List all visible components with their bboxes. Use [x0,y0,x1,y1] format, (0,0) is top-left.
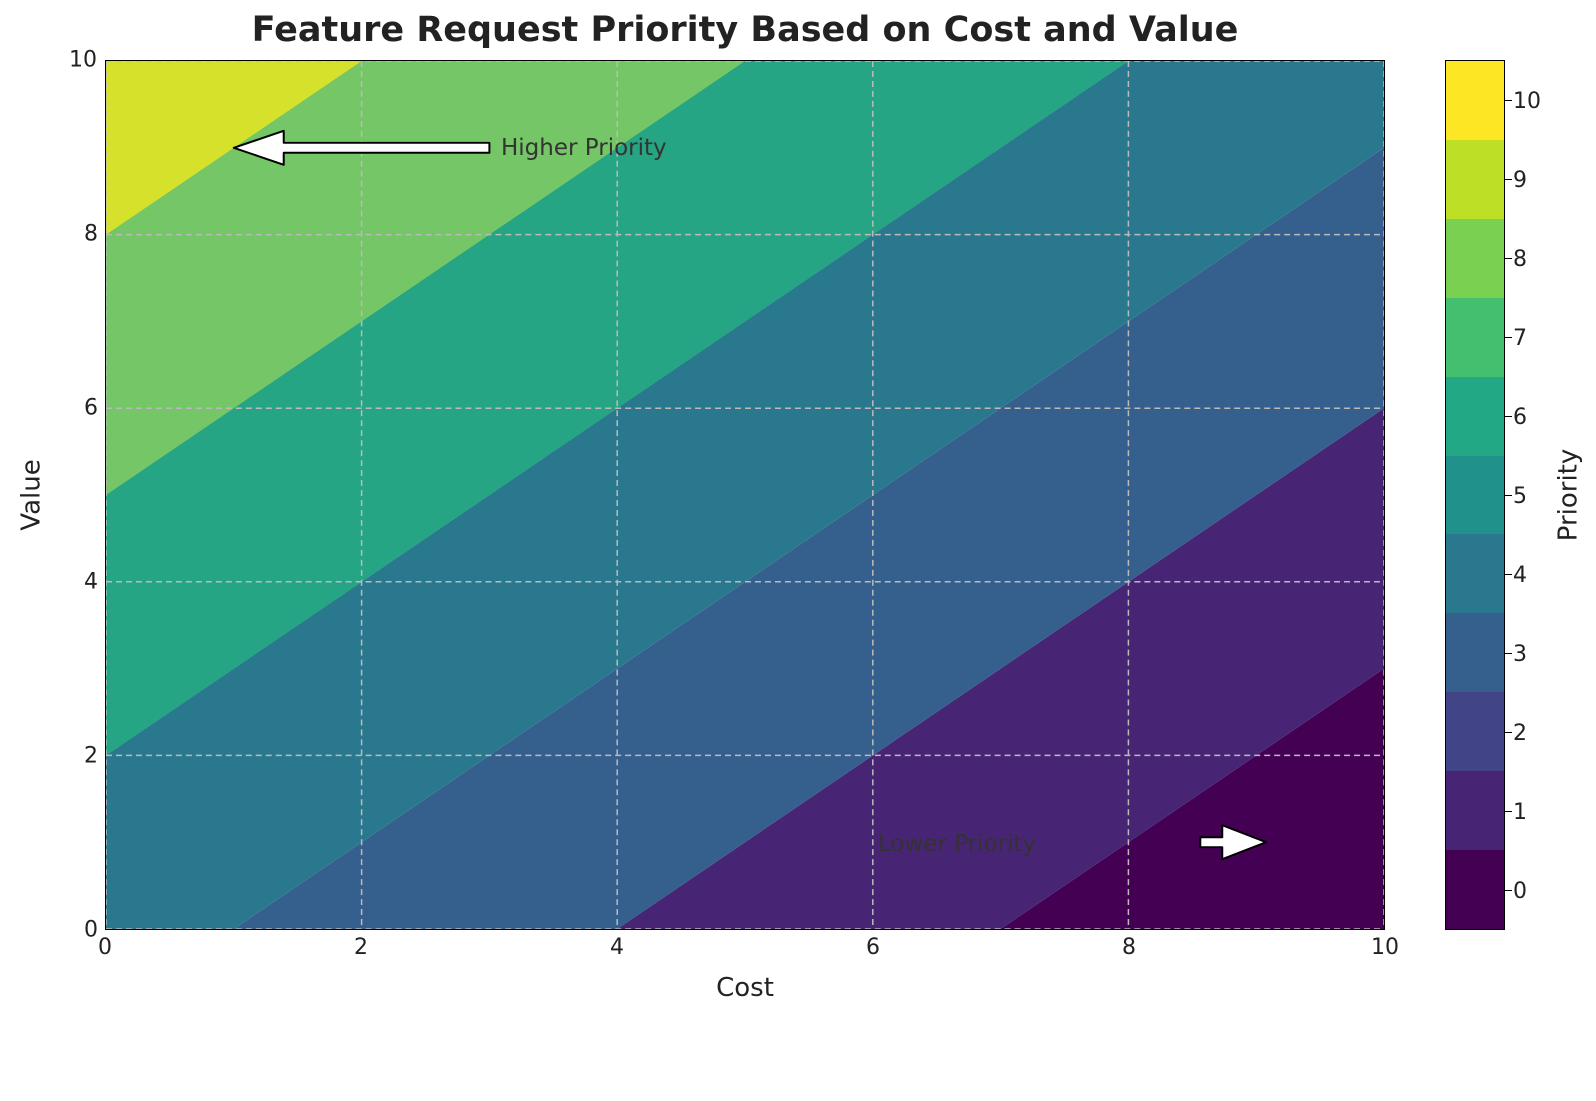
chart-container: Feature Request Priority Based on Cost a… [105,10,1565,1070]
y-tick: 10 [57,48,97,73]
colorbar-segment [1446,692,1504,771]
colorbar-tick-mark [1505,258,1512,259]
colorbar-segment [1446,534,1504,613]
colorbar-tick-mark [1505,653,1512,654]
colorbar-segment [1446,456,1504,535]
x-tick: 8 [1122,935,1136,960]
colorbar-tick: 4 [1513,563,1527,588]
x-tick: 0 [98,935,112,960]
colorbar-segment [1446,771,1504,850]
chart-title: Feature Request Priority Based on Cost a… [105,10,1385,50]
colorbar-tick: 8 [1513,247,1527,272]
colorbar-segment [1446,61,1504,140]
colorbar-tick: 5 [1513,484,1527,509]
colorbar [1445,60,1505,930]
colorbar-tick-mark [1505,574,1512,575]
y-tick: 6 [70,396,98,421]
colorbar-tick-mark [1505,100,1512,101]
colorbar-tick: 3 [1513,642,1527,667]
x-axis-label: Cost [105,973,1385,1003]
heatmap-svg [106,61,1384,929]
colorbar-tick: 7 [1513,326,1527,351]
colorbar-gradient [1445,60,1505,930]
y-tick: 2 [70,744,98,769]
plot-area: Higher Priority Lower Priority [105,60,1385,930]
colorbar-tick-mark [1505,179,1512,180]
colorbar-segment [1446,298,1504,377]
x-tick: 6 [866,935,880,960]
colorbar-segment [1446,377,1504,456]
colorbar-tick-mark [1505,890,1512,891]
colorbar-tick-mark [1505,416,1512,417]
colorbar-tick-mark [1505,811,1512,812]
y-tick: 8 [70,222,98,247]
colorbar-tick-mark [1505,732,1512,733]
colorbar-tick: 1 [1513,800,1527,825]
y-tick: 4 [70,570,98,595]
colorbar-segment [1446,613,1504,692]
colorbar-label: Priority [1553,60,1583,930]
colorbar-tick: 2 [1513,721,1527,746]
colorbar-tick: 9 [1513,168,1527,193]
colorbar-tick-mark [1505,337,1512,338]
colorbar-tick: 6 [1513,405,1527,430]
y-tick: 0 [70,918,98,943]
colorbar-segment [1446,140,1504,219]
x-tick: 10 [1371,935,1399,960]
annotation-higher-priority: Higher Priority [501,135,667,161]
colorbar-tick-mark [1505,495,1512,496]
colorbar-tick: 0 [1513,879,1527,904]
annotation-lower-priority: Lower Priority [878,831,1036,857]
y-axis-label: Value [17,60,47,930]
x-tick: 4 [610,935,624,960]
x-tick: 2 [354,935,368,960]
colorbar-segment [1446,219,1504,298]
colorbar-tick: 10 [1513,89,1541,114]
colorbar-segment [1446,850,1504,929]
